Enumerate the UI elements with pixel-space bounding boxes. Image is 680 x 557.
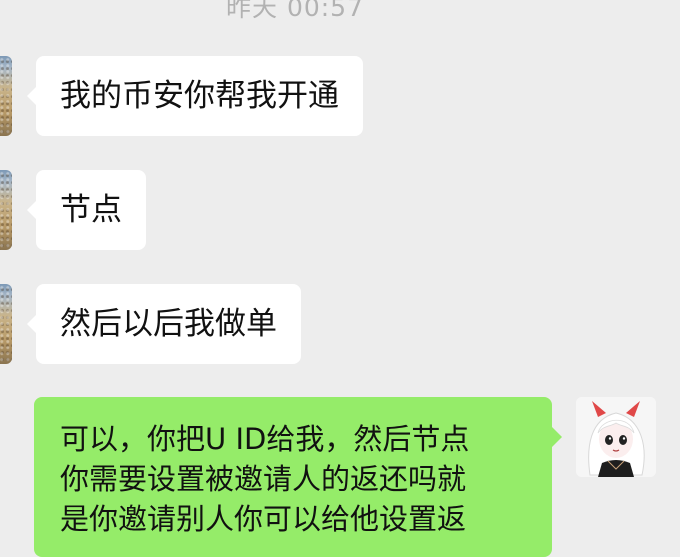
anime-devil-girl-icon: [576, 397, 656, 477]
contact-avatar[interactable]: [0, 56, 12, 136]
incoming-message-bubble[interactable]: 节点: [27, 170, 146, 250]
message-timestamp: 昨天 00:57: [226, 0, 364, 22]
incoming-message-bubble[interactable]: 我的币安你帮我开通: [27, 56, 363, 136]
message-text: 节点: [60, 192, 122, 228]
incoming-message-bubble[interactable]: 然后以后我做单: [27, 284, 301, 364]
my-avatar[interactable]: [576, 397, 656, 477]
contact-avatar[interactable]: [0, 170, 12, 250]
message-text-line: 你需要设置被邀请人的返还吗就: [60, 462, 467, 496]
contact-avatar[interactable]: [0, 284, 12, 364]
message-text-line: 是你邀请别人你可以给他设置返: [60, 502, 467, 536]
message-text-line: 可以，你把U ID给我，然后节点: [60, 422, 470, 456]
outgoing-message-bubble[interactable]: 可以，你把U ID给我，然后节点 你需要设置被邀请人的返还吗就 是你邀请别人你可…: [34, 397, 562, 557]
message-text: 我的币安你帮我开通: [60, 78, 339, 114]
message-text: 然后以后我做单: [60, 306, 277, 342]
